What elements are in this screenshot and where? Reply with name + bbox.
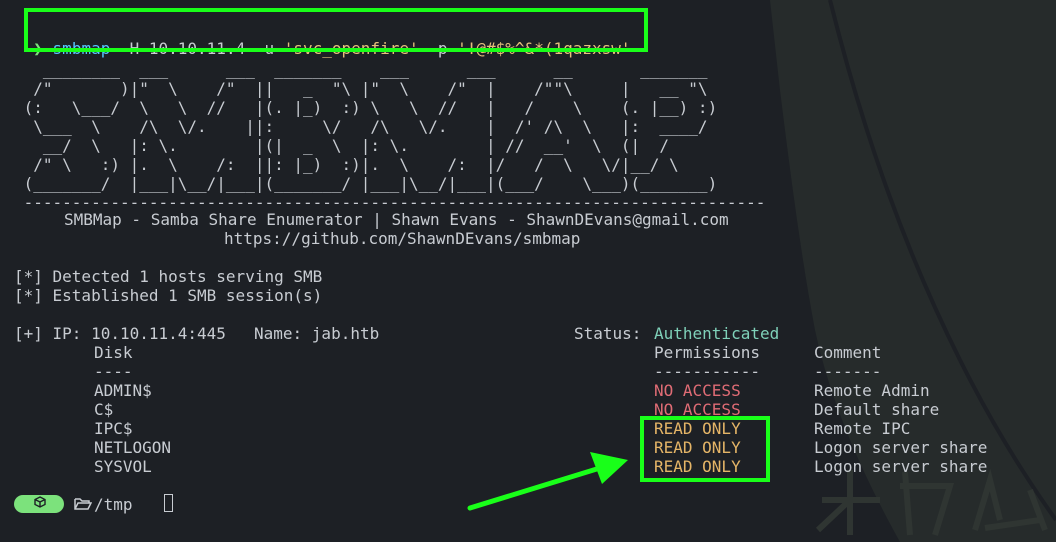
annotation-arrow (467, 452, 628, 511)
